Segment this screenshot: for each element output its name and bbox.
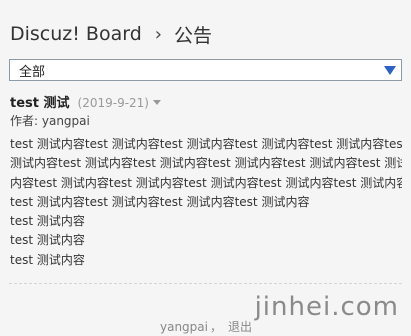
- post-title[interactable]: test 测试: [10, 92, 70, 111]
- triangle-down-icon-shape: [384, 65, 396, 75]
- breadcrumb: Discuz! Board › 公告: [10, 20, 212, 48]
- filter-selected-value: 全部: [19, 64, 46, 80]
- post-body-line: test 测试内容test 测试内容test 测试内容test 测试内容test…: [10, 137, 402, 151]
- post-date: (2019-9-21): [77, 96, 149, 110]
- footer: yangpai， 退出: [160, 318, 252, 335]
- footer-username-link[interactable]: yangpai: [160, 320, 208, 334]
- logout-link[interactable]: 退出: [228, 320, 252, 334]
- post-collapse-caret-icon[interactable]: [152, 100, 161, 105]
- watermark-logo: jinhei.com: [254, 292, 399, 322]
- post-body-line: test 测试内容: [10, 252, 85, 267]
- post-body-line: 测试内容test 测试内容test 测试内容test 测试内容test 测试内容…: [10, 156, 402, 171]
- breadcrumb-separator: ›: [154, 23, 162, 45]
- post-body-line: 内容test 测试内容test 测试内容test 测试内容test 测试内容te…: [10, 175, 402, 190]
- post-body-line: test 测试内容: [10, 233, 85, 248]
- content-divider: [9, 283, 402, 284]
- post-body-line: test 测试内容test 测试内容test 测试内容test 测试内容: [10, 194, 310, 209]
- breadcrumb-current: 公告: [173, 24, 212, 47]
- announcement-page: Discuz! Board › 公告 全部 test 测试 (2019-9-21…: [0, 0, 411, 336]
- footer-separator: ，: [209, 320, 222, 334]
- breadcrumb-home-link[interactable]: Discuz! Board: [10, 23, 142, 45]
- triangle-down-icon[interactable]: [381, 60, 399, 80]
- announcement-filter-select[interactable]: 全部: [9, 59, 402, 81]
- post-body: test 测试内容test 测试内容test 测试内容test 测试内容test…: [10, 135, 402, 270]
- post-body-line: test 测试内容: [10, 214, 85, 229]
- post-header: test 测试 (2019-9-21): [10, 92, 161, 111]
- post-author: 作者: yangpai: [10, 114, 90, 128]
